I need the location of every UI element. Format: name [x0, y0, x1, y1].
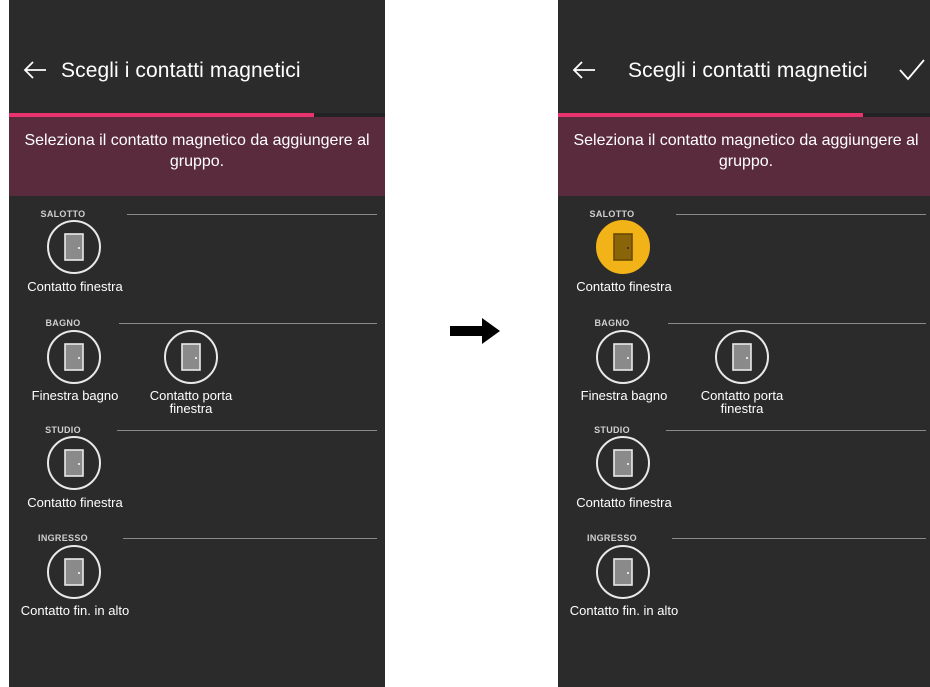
door-contact-icon [596, 220, 650, 274]
group-divider [666, 430, 926, 431]
group-header-ingresso: INGRESSO [9, 532, 385, 544]
group-divider [127, 214, 377, 215]
group-header-bagno: BAGNO [558, 317, 930, 329]
screen-after: Scegli i contatti magnetici Seleziona il… [558, 0, 930, 687]
app-header: Scegli i contatti magnetici [9, 0, 385, 115]
group-header-studio: STUDIO [9, 424, 385, 436]
group-label: SALOTTO [40, 209, 86, 219]
instruction-banner: Seleziona il contatto magnetico da aggiu… [558, 117, 930, 196]
checkmark-icon[interactable] [898, 58, 926, 82]
group-label: SALOTTO [589, 209, 635, 219]
group-divider [117, 430, 377, 431]
group-header-studio: STUDIO [558, 424, 930, 436]
page-title: Scegli i contatti magnetici [628, 59, 868, 82]
group-divider [123, 538, 377, 539]
group-header-salotto: SALOTTO [558, 208, 930, 220]
device-label: Contatto finestra [27, 279, 123, 294]
back-arrow-icon[interactable] [23, 60, 47, 80]
device-label: Contatto finestra [576, 495, 672, 510]
group-divider [676, 214, 926, 215]
instruction-banner: Seleziona il contatto magnetico da aggiu… [9, 117, 385, 196]
door-contact-icon [715, 330, 769, 384]
group-label: INGRESSO [38, 533, 88, 543]
device-label: Finestra bagno [580, 388, 668, 403]
group-divider [119, 323, 377, 324]
device-label: Contatto fin. in alto [569, 603, 679, 618]
group-label: INGRESSO [587, 533, 637, 543]
app-header: Scegli i contatti magnetici [558, 0, 930, 115]
door-contact-icon [47, 545, 101, 599]
group-label: BAGNO [45, 318, 81, 328]
group-header-ingresso: INGRESSO [558, 532, 930, 544]
door-contact-icon [47, 220, 101, 274]
device-label: Contatto finestra [576, 279, 672, 294]
page-title: Scegli i contatti magnetici [61, 59, 301, 82]
door-contact-icon [596, 330, 650, 384]
device-label: Contatto porta finestra [149, 388, 233, 416]
device-label: Contatto porta finestra [700, 388, 784, 416]
group-header-bagno: BAGNO [9, 317, 385, 329]
group-divider [672, 538, 926, 539]
door-contact-icon [47, 436, 101, 490]
back-arrow-icon[interactable] [572, 60, 596, 80]
door-contact-icon [596, 545, 650, 599]
device-label: Finestra bagno [31, 388, 119, 403]
device-label: Contatto finestra [27, 495, 123, 510]
group-divider [668, 323, 926, 324]
door-contact-icon [164, 330, 218, 384]
screen-before: Scegli i contatti magnetici Seleziona il… [9, 0, 385, 687]
device-label: Contatto fin. in alto [20, 603, 130, 618]
door-contact-icon [47, 330, 101, 384]
right-arrow-icon [450, 318, 500, 344]
door-contact-icon [596, 436, 650, 490]
group-header-salotto: SALOTTO [9, 208, 385, 220]
group-label: STUDIO [594, 425, 630, 435]
group-label: BAGNO [594, 318, 630, 328]
group-label: STUDIO [45, 425, 81, 435]
